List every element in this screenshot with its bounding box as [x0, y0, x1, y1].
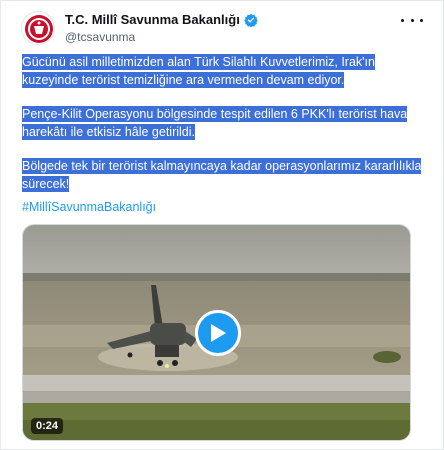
play-icon: [211, 324, 226, 342]
hashtag-link[interactable]: #MillîSavunmaBakanlığı: [22, 200, 156, 214]
display-name[interactable]: T.C. Millî Savunma Bakanlığı: [65, 12, 240, 27]
verified-badge-icon: [244, 13, 258, 27]
tweet-card: T.C. Millî Savunma Bakanlığı @tcsavunma …: [0, 0, 444, 450]
video-player[interactable]: 0:24: [22, 224, 411, 441]
tweet-header: T.C. Millî Savunma Bakanlığı @tcsavunma: [21, 9, 425, 47]
tweet-paragraph-2: Pençe-Kilit Operasyonu bölgesinde tespit…: [22, 106, 408, 140]
more-options-icon[interactable]: [401, 13, 423, 27]
play-button[interactable]: [195, 310, 241, 356]
tweet-paragraph-1: Gücünü asil milletimizden alan Türk Sila…: [22, 54, 375, 88]
account-handle[interactable]: @tcsavunma: [65, 30, 135, 44]
video-duration: 0:24: [31, 418, 64, 434]
avatar[interactable]: [21, 11, 55, 45]
name-row: T.C. Millî Savunma Bakanlığı: [65, 12, 258, 27]
tweet-paragraph-3: Bölgede tek bir terörist kalmayıncaya ka…: [22, 158, 422, 192]
tweet-text: Gücünü asil milletimizden alan Türk Sila…: [22, 54, 422, 210]
ministry-seal-icon: [25, 15, 53, 43]
